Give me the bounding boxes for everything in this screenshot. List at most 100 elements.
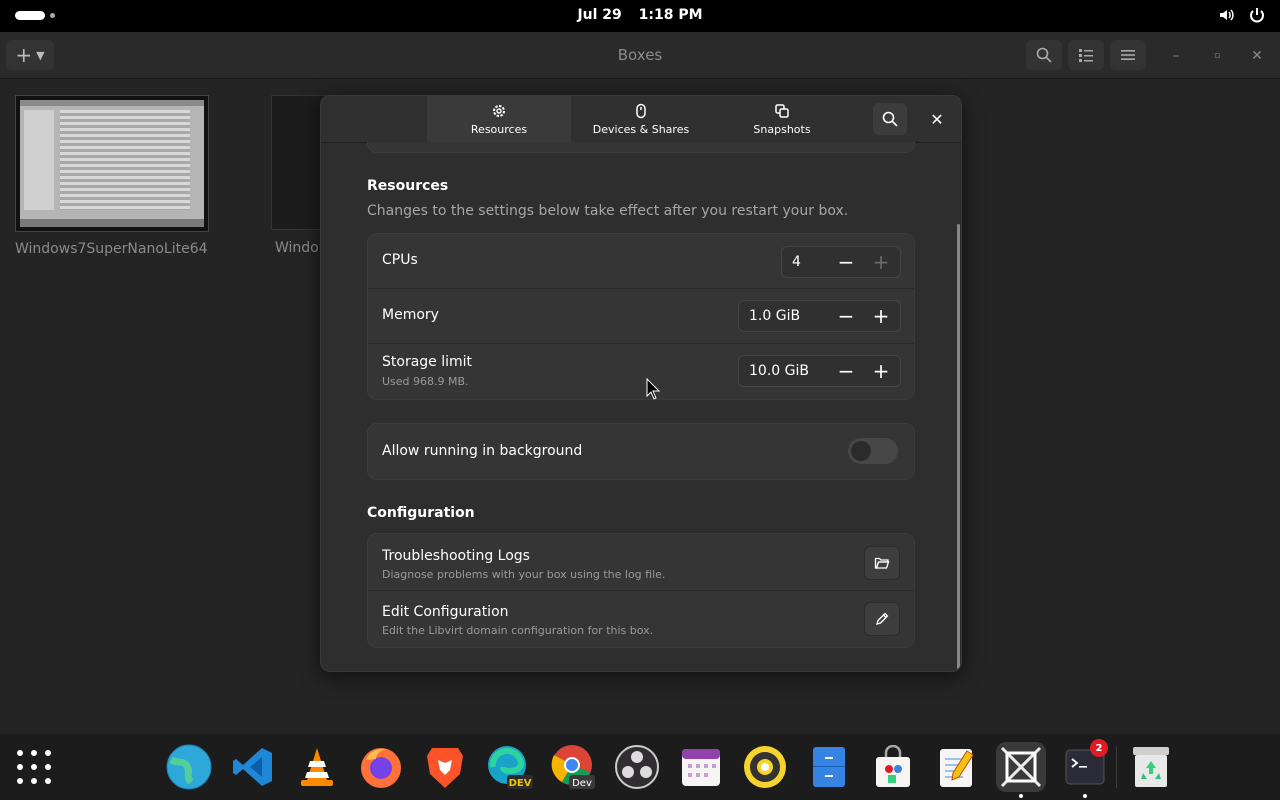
dock-web-browser[interactable] bbox=[164, 742, 214, 792]
resources-heading: Resources bbox=[367, 178, 449, 194]
dock-separator bbox=[1116, 746, 1117, 788]
search-button[interactable] bbox=[1026, 40, 1062, 70]
cpus-increase-button[interactable]: + bbox=[867, 250, 895, 274]
cpus-spinbutton[interactable]: 4 − + bbox=[781, 246, 901, 278]
memory-spinbutton[interactable]: 1.0 GiB − + bbox=[738, 300, 901, 332]
memory-decrease-button[interactable]: − bbox=[832, 304, 860, 328]
open-logs-button[interactable] bbox=[864, 546, 900, 580]
system-menu[interactable] bbox=[1218, 6, 1266, 24]
shopping-bag-icon bbox=[876, 745, 910, 787]
close-window-button[interactable]: ✕ bbox=[1245, 44, 1269, 68]
dock-software[interactable] bbox=[868, 742, 918, 792]
cpus-value[interactable]: 4 bbox=[792, 254, 801, 270]
dialog-close-button[interactable]: ✕ bbox=[924, 106, 950, 132]
clock-date: Jul 29 bbox=[577, 7, 622, 23]
dock-chrome-dev[interactable]: Dev bbox=[548, 742, 598, 792]
cpus-row: CPUs 4 − + bbox=[368, 234, 914, 289]
edge-dev-icon: DEV bbox=[488, 746, 533, 789]
folder-open-icon bbox=[874, 557, 890, 569]
running-indicator bbox=[1019, 794, 1023, 798]
maximize-button[interactable]: ▫ bbox=[1205, 44, 1229, 68]
dock-trash[interactable] bbox=[1126, 742, 1176, 792]
maximize-icon: ▫ bbox=[1213, 51, 1221, 61]
running-indicator bbox=[1083, 794, 1087, 798]
dock-terminal[interactable]: 2 bbox=[1060, 739, 1110, 798]
trash-recycle-icon bbox=[1133, 747, 1169, 787]
preferences-dialog: Resources Devices & Shares Snapshots ✕ R… bbox=[320, 95, 962, 672]
background-row[interactable]: Allow running in background bbox=[368, 424, 914, 479]
close-icon: ✕ bbox=[930, 109, 944, 129]
storage-label: Storage limit bbox=[382, 354, 473, 370]
storage-decrease-button[interactable]: − bbox=[832, 359, 860, 383]
storage-row: Storage limit Used 968.9 MB. 10.0 GiB − … bbox=[368, 344, 914, 398]
obs-icon bbox=[615, 745, 659, 789]
volume-icon bbox=[1220, 9, 1234, 21]
memory-increase-button[interactable]: + bbox=[867, 304, 895, 328]
power-icon bbox=[1250, 8, 1264, 23]
tab-devices-label: Devices & Shares bbox=[592, 122, 690, 136]
storage-increase-button[interactable]: + bbox=[867, 359, 895, 383]
background-label: Allow running in background bbox=[382, 443, 583, 459]
dock-brave[interactable] bbox=[420, 742, 470, 792]
dock-rhythmbox[interactable] bbox=[740, 742, 790, 792]
minimize-icon: – bbox=[1172, 48, 1180, 64]
dock-vscode[interactable] bbox=[228, 742, 278, 792]
cpus-decrease-button[interactable]: − bbox=[832, 250, 860, 274]
mouse-icon bbox=[636, 103, 646, 118]
memory-value[interactable]: 1.0 GiB bbox=[749, 308, 800, 324]
vlc-cone-icon bbox=[301, 748, 333, 786]
dock-edge-dev[interactable]: DEV bbox=[484, 742, 534, 792]
file-cabinet-icon bbox=[813, 747, 845, 787]
tab-snapshots[interactable]: Snapshots bbox=[711, 96, 853, 142]
dialog-scrollbar[interactable] bbox=[957, 224, 960, 669]
logs-description: Diagnose problems with your box using th… bbox=[382, 568, 666, 581]
storage-spinbutton[interactable]: 10.0 GiB − + bbox=[738, 355, 901, 387]
resources-card: CPUs 4 − + Memory 1.0 GiB − + Storage li… bbox=[367, 233, 915, 400]
tab-resources[interactable]: Resources bbox=[427, 96, 571, 142]
dialog-search-button[interactable] bbox=[873, 103, 907, 135]
dock-boxes[interactable] bbox=[996, 742, 1046, 798]
dock-calendar[interactable] bbox=[676, 742, 726, 792]
clock[interactable]: Jul 29 1:18 PM bbox=[0, 7, 1280, 23]
svg-text:DEV: DEV bbox=[509, 778, 532, 789]
machine-thumbnail[interactable] bbox=[15, 95, 209, 232]
tab-resources-label: Resources bbox=[470, 122, 528, 136]
dock-files[interactable] bbox=[804, 742, 854, 792]
search-icon bbox=[1036, 47, 1052, 63]
dock-vlc[interactable] bbox=[292, 742, 342, 792]
pencil-icon bbox=[876, 612, 889, 625]
main-menu-button[interactable] bbox=[1110, 40, 1146, 70]
snapshot-icon bbox=[775, 103, 789, 118]
tab-devices-shares[interactable]: Devices & Shares bbox=[571, 96, 711, 142]
top-bar: Jul 29 1:18 PM bbox=[0, 0, 1280, 32]
boxes-headerbar: + ▼ Boxes – ▫ ✕ bbox=[0, 32, 1280, 79]
configuration-card: Troubleshooting Logs Diagnose problems w… bbox=[367, 533, 915, 648]
firefox-icon bbox=[361, 748, 401, 788]
vscode-icon bbox=[233, 748, 272, 786]
list-view-icon bbox=[1079, 49, 1093, 62]
tab-snapshots-label: Snapshots bbox=[753, 122, 811, 136]
logs-row: Troubleshooting Logs Diagnose problems w… bbox=[368, 534, 914, 591]
edit-config-description: Edit the Libvirt domain configuration fo… bbox=[382, 624, 654, 637]
show-apps-button[interactable] bbox=[17, 750, 53, 786]
dock-text-editor[interactable] bbox=[932, 742, 982, 792]
minimize-button[interactable]: – bbox=[1164, 44, 1188, 68]
brave-lion-icon bbox=[427, 748, 463, 788]
close-icon: ✕ bbox=[1251, 48, 1263, 64]
search-icon bbox=[882, 111, 898, 127]
dock-obs[interactable] bbox=[612, 742, 662, 792]
mouse-cursor-icon bbox=[646, 378, 660, 400]
switch-knob bbox=[851, 441, 871, 461]
dock-firefox[interactable] bbox=[356, 742, 406, 792]
cpus-label: CPUs bbox=[382, 252, 418, 268]
edit-config-button[interactable] bbox=[864, 602, 900, 636]
clock-time: 1:18 PM bbox=[638, 7, 703, 23]
configuration-heading: Configuration bbox=[367, 505, 475, 521]
list-view-button[interactable] bbox=[1068, 40, 1104, 70]
machine-name-2[interactable]: Windo bbox=[275, 240, 319, 256]
storage-value[interactable]: 10.0 GiB bbox=[749, 363, 809, 379]
background-switch[interactable] bbox=[848, 438, 898, 464]
machine-name[interactable]: Windows7SuperNanoLite64 bbox=[15, 241, 208, 257]
text-editor-icon bbox=[940, 749, 974, 787]
chrome-dev-icon: Dev bbox=[551, 745, 595, 789]
